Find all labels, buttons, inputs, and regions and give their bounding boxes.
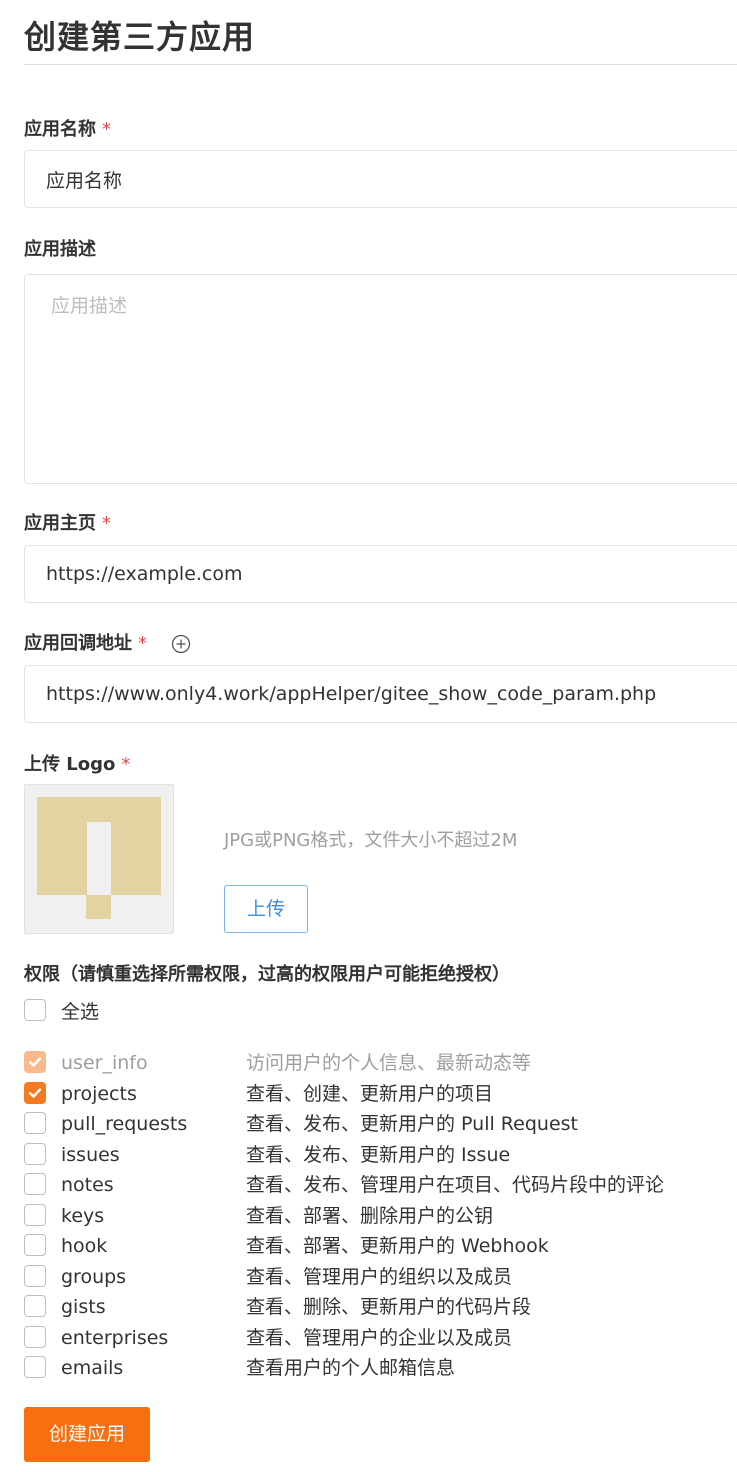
permission-description: 查看、发布、更新用户的 Pull Request: [246, 1113, 578, 1135]
logo-label-text: 上传 Logo: [24, 754, 116, 775]
permission-name: groups: [61, 1265, 127, 1288]
permission-description: 查看、管理用户的组织以及成员: [246, 1265, 513, 1288]
permission-checkbox-gists[interactable]: [24, 1295, 46, 1317]
required-mark: *: [121, 754, 131, 775]
permission-description: 查看、部署、删除用户的公钥: [246, 1204, 494, 1227]
permission-checkbox-keys[interactable]: [24, 1203, 46, 1226]
app-name-label-text: 应用名称: [24, 119, 96, 140]
permission-description: 查看用户的个人邮箱信息: [246, 1357, 456, 1379]
app-name-label: 应用名称 *: [24, 117, 111, 143]
logo-image: [37, 797, 161, 919]
permission-checkbox-pull-requests[interactable]: [24, 1112, 46, 1134]
permission-name: notes: [61, 1174, 114, 1196]
permission-description: 查看、管理用户的企业以及成员: [246, 1326, 513, 1349]
permission-description: 查看、发布、管理用户在项目、代码片段中的评论: [246, 1174, 665, 1196]
permission-checkbox-groups[interactable]: [24, 1264, 46, 1287]
checkmark-icon: [28, 1087, 42, 1098]
logo-preview: [24, 784, 174, 934]
upload-button[interactable]: 上传: [224, 885, 308, 933]
permission-name: hook: [61, 1235, 108, 1257]
permission-description: 查看、发布、更新用户的 Issue: [246, 1143, 511, 1166]
permission-name: emails: [61, 1357, 124, 1379]
permission-checkbox-user-info: [24, 1051, 46, 1073]
app-description-textarea[interactable]: [24, 274, 737, 484]
permission-description: 查看、部署、更新用户的 Webhook: [246, 1235, 549, 1257]
checkmark-icon: [28, 1057, 42, 1067]
permission-checkbox-notes[interactable]: [24, 1173, 46, 1195]
permission-name: issues: [61, 1143, 120, 1166]
permission-description: 查看、创建、更新用户的项目: [246, 1082, 494, 1105]
app-homepage-input[interactable]: [24, 545, 737, 603]
logo-format-hint: JPG或PNG格式，文件大小不超过2M: [224, 830, 518, 851]
page-title: 创建第三方应用: [24, 18, 256, 56]
permission-name: pull_requests: [61, 1113, 188, 1135]
permission-name: enterprises: [61, 1326, 169, 1349]
permission-checkbox-issues[interactable]: [24, 1142, 46, 1165]
plus-circle-icon[interactable]: [171, 634, 191, 654]
permission-description: 查看、删除、更新用户的代码片段: [246, 1296, 532, 1318]
app-callback-label: 应用回调地址 *: [24, 631, 147, 657]
permission-checkbox-enterprises[interactable]: [24, 1325, 46, 1348]
app-homepage-label-text: 应用主页: [24, 513, 96, 534]
select-all-label: 全选: [61, 1001, 100, 1023]
permission-name: user_info: [61, 1052, 148, 1074]
permission-name: projects: [61, 1082, 137, 1105]
app-callback-input[interactable]: [24, 665, 737, 723]
required-mark: *: [102, 513, 111, 534]
app-name-input[interactable]: [24, 150, 737, 208]
logo-label: 上传 Logo *: [24, 752, 130, 778]
permission-name: gists: [61, 1296, 106, 1318]
permission-name: keys: [61, 1204, 105, 1227]
app-description-label: 应用描述: [24, 239, 96, 260]
app-callback-label-text: 应用回调地址: [24, 633, 132, 654]
app-homepage-label: 应用主页 *: [24, 511, 111, 537]
required-mark: *: [138, 633, 147, 654]
permissions-title: 权限（请慎重选择所需权限，过高的权限用户可能拒绝授权）: [24, 964, 510, 985]
permission-description: 访问用户的个人信息、最新动态等: [246, 1052, 532, 1074]
create-app-button[interactable]: 创建应用: [24, 1407, 150, 1462]
permission-checkbox-projects[interactable]: [24, 1081, 46, 1104]
required-mark: *: [102, 119, 111, 140]
permission-checkbox-emails[interactable]: [24, 1356, 46, 1378]
permission-checkbox-hook[interactable]: [24, 1234, 46, 1256]
title-divider: [24, 64, 737, 65]
select-all-checkbox[interactable]: [24, 999, 46, 1021]
